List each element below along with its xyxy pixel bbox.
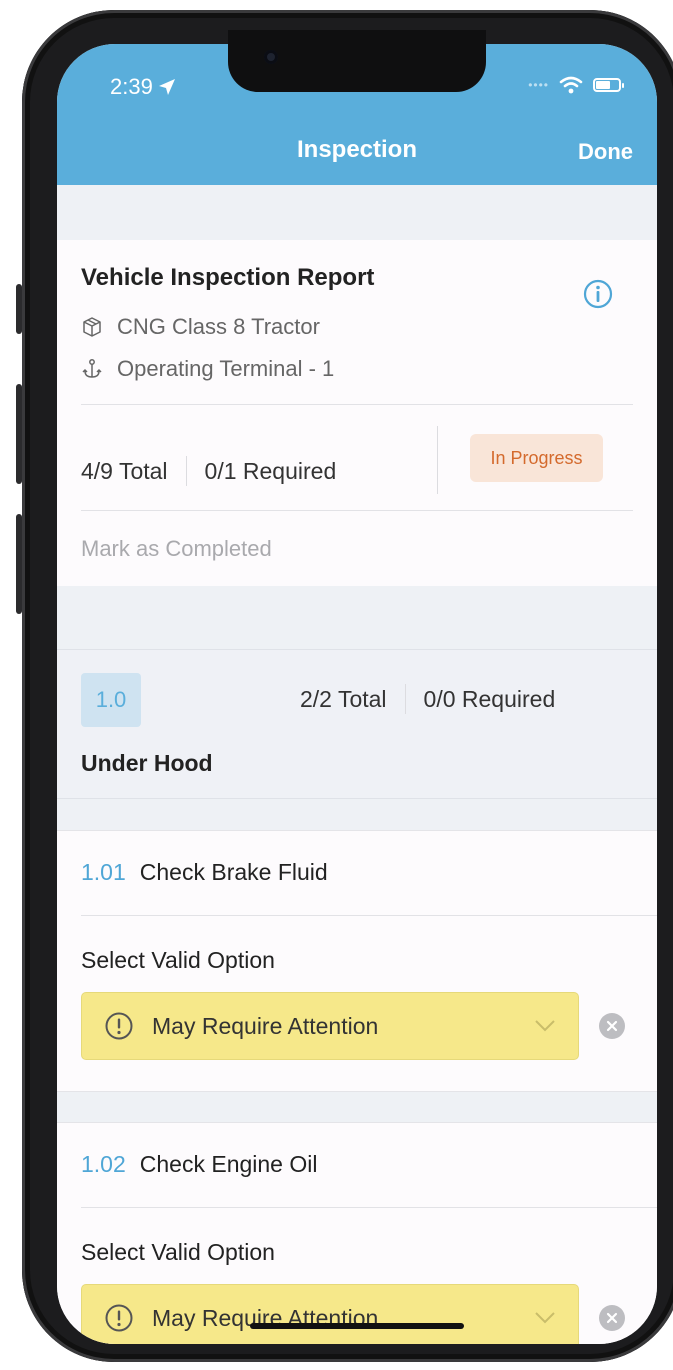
- total-count: 4/9 Total: [81, 457, 168, 484]
- front-camera: [264, 50, 278, 64]
- clear-icon[interactable]: [599, 1013, 625, 1039]
- clear-icon[interactable]: [599, 1305, 625, 1331]
- vehicle-row: CNG Class 8 Tractor: [81, 314, 320, 340]
- wifi-icon: [559, 76, 583, 94]
- dropdown-value: May Require Attention: [152, 1012, 379, 1039]
- divider: [81, 510, 633, 511]
- cube-icon: [83, 317, 101, 337]
- inspection-item: 1.01 Check Brake Fluid Select Valid Optio…: [57, 830, 657, 1092]
- vehicle-name: CNG Class 8 Tractor: [117, 314, 320, 339]
- divider: [81, 915, 657, 916]
- mark-completed-button[interactable]: Mark as Completed: [81, 536, 272, 562]
- mute-switch: [16, 284, 22, 334]
- info-icon[interactable]: [582, 278, 614, 310]
- volume-up-button: [16, 384, 22, 484]
- section-stats: 2/2 Total 0/0 Required: [300, 684, 555, 714]
- section-number: 1.0: [81, 673, 141, 727]
- nav-title: Inspection: [296, 136, 417, 163]
- option-dropdown[interactable]: May Require Attention: [81, 992, 579, 1060]
- status-icons: ••••: [528, 76, 624, 94]
- divider: [81, 404, 633, 405]
- item-title-row: 1.01 Check Brake Fluid: [81, 859, 328, 886]
- volume-down-button: [16, 514, 22, 614]
- stat-separator: [185, 456, 187, 486]
- signal-dots-icon: ••••: [528, 78, 549, 92]
- stat-separator: [404, 684, 406, 714]
- item-number: 1.01: [81, 859, 126, 885]
- item-title: Check Engine Oil: [139, 1151, 318, 1177]
- anchor-icon: [82, 359, 102, 378]
- terminal-row: Operating Terminal - 1: [81, 356, 334, 382]
- chevron-down-icon: [535, 1312, 555, 1324]
- option-dropdown[interactable]: May Require Attention: [81, 1284, 579, 1344]
- select-label: Select Valid Option: [81, 1239, 275, 1265]
- item-title-row: 1.02 Check Engine Oil: [81, 1151, 317, 1178]
- location-arrow-icon: [158, 79, 175, 95]
- chevron-down-icon: [535, 1020, 555, 1032]
- home-indicator[interactable]: [250, 1323, 464, 1329]
- screen: 2:39 •••• Inspection Done Vehicle Inspec…: [57, 44, 657, 1344]
- section-title: Under Hood: [81, 750, 213, 776]
- required-count: 0/1 Required: [204, 457, 337, 484]
- inspection-item: 1.02 Check Engine Oil Select Valid Option…: [57, 1122, 657, 1344]
- report-card: Vehicle Inspection Report CNG Class 8 Tr…: [57, 240, 657, 586]
- done-button[interactable]: Done: [578, 139, 633, 165]
- divider: [81, 1207, 657, 1208]
- battery-icon: [593, 78, 624, 92]
- status-badge: In Progress: [470, 434, 603, 482]
- status-separator: [437, 426, 438, 494]
- item-number: 1.02: [81, 1151, 126, 1177]
- exclamation-circle-icon: [105, 1012, 133, 1040]
- terminal-name: Operating Terminal - 1: [117, 356, 335, 381]
- exclamation-circle-icon: [105, 1304, 133, 1332]
- status-time: 2:39: [110, 74, 177, 100]
- notch: [228, 30, 486, 92]
- select-label: Select Valid Option: [81, 947, 275, 973]
- report-title: Vehicle Inspection Report: [81, 264, 375, 291]
- report-stats: 4/9 Total 0/1 Required: [81, 456, 336, 486]
- section-required: 0/0 Required: [423, 685, 556, 712]
- section-total: 2/2 Total: [300, 685, 387, 712]
- section-header[interactable]: 1.0 2/2 Total 0/0 Required Under Hood: [57, 649, 657, 799]
- item-title: Check Brake Fluid: [139, 859, 328, 885]
